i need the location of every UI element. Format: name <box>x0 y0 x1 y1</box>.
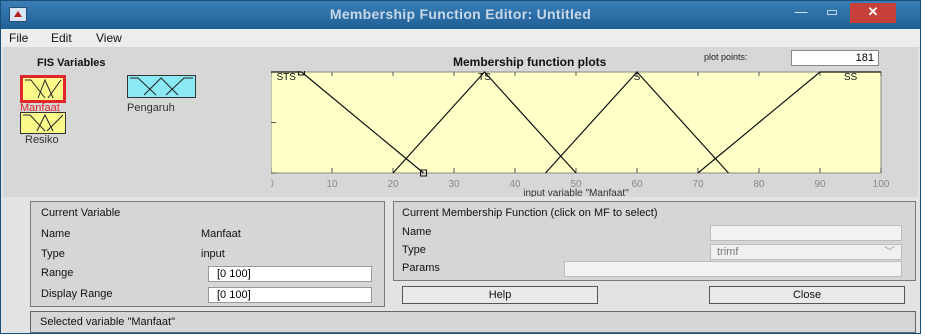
x-tick-label: 90 <box>814 179 826 190</box>
x-tick-label: 60 <box>631 179 643 190</box>
x-tick-label: 100 <box>873 179 890 190</box>
mf-label-s: S <box>634 72 641 83</box>
help-button[interactable]: Help <box>402 286 598 304</box>
x-axis-label: input variable "Manfaat" <box>523 188 629 197</box>
mf-params-label: Params <box>402 262 440 274</box>
cv-range-input[interactable]: [0 100] <box>208 266 372 282</box>
mf-label-sts: STS <box>277 72 297 83</box>
cv-range-label: Range <box>41 267 74 279</box>
menu-edit[interactable]: Edit <box>51 31 72 45</box>
x-tick-label: 30 <box>448 179 460 190</box>
mf-name-label: Name <box>402 226 432 238</box>
membership-function-plot[interactable]: 00.510102030405060708090100STSTSSSSinput… <box>271 71 911 197</box>
fis-variable-pengaruh-box[interactable] <box>127 75 196 98</box>
maximize-button[interactable]: ▭ <box>819 3 845 23</box>
fis-variables-label: FIS Variables <box>37 57 106 69</box>
current-variable-panel: Current Variable Name Manfaat Type input… <box>30 201 385 307</box>
cv-display-range-input[interactable]: [0 100] <box>208 287 372 303</box>
cv-type-value: input <box>201 248 225 260</box>
cv-type-label: Type <box>41 248 65 260</box>
current-mf-panel: Current Membership Function (click on MF… <box>393 201 916 281</box>
cv-name-value: Manfaat <box>201 228 241 240</box>
menu-file[interactable]: File <box>9 31 28 45</box>
chevron-down-icon: ﹀ <box>884 246 895 258</box>
close-button[interactable]: Close <box>709 286 905 304</box>
x-tick-label: 10 <box>326 179 338 190</box>
window-title: Membership Function Editor: Untitled <box>329 6 592 22</box>
mf-label-ss: SS <box>844 72 858 83</box>
mf-editor-window: Membership Function Editor: Untitled — ▭… <box>0 0 921 334</box>
fis-variable-manfaat-box[interactable] <box>20 75 66 103</box>
cv-display-range-label: Display Range <box>41 288 113 300</box>
current-variable-title: Current Variable <box>41 207 121 219</box>
mf-params-input[interactable] <box>564 261 902 277</box>
x-tick-label: 0 <box>271 179 274 190</box>
minimize-button[interactable]: — <box>788 3 814 23</box>
current-mf-title: Current Membership Function (click on MF… <box>402 207 658 219</box>
close-window-button[interactable]: ✕ <box>850 3 896 23</box>
status-bar: Selected variable "Manfaat" <box>30 311 916 333</box>
mf-type-value: trimf <box>717 246 739 258</box>
button-row: Help Close <box>393 284 916 308</box>
menu-bar: File Edit View <box>1 29 920 47</box>
plot-points-label: plot points: <box>704 52 748 62</box>
mf-type-label: Type <box>402 244 426 256</box>
fis-variable-resiko-box[interactable] <box>20 112 66 134</box>
x-tick-label: 20 <box>387 179 399 190</box>
title-bar[interactable]: Membership Function Editor: Untitled — ▭… <box>1 1 920 29</box>
mf-name-input[interactable] <box>710 225 902 241</box>
mf-type-select[interactable]: trimf ﹀ <box>710 244 902 260</box>
x-tick-label: 70 <box>692 179 704 190</box>
x-tick-label: 80 <box>753 179 765 190</box>
plot-title: Membership function plots <box>453 55 607 69</box>
cv-name-label: Name <box>41 228 71 240</box>
fis-variable-resiko-label[interactable]: Resiko <box>25 134 59 146</box>
x-tick-label: 40 <box>509 179 521 190</box>
menu-view[interactable]: View <box>96 31 122 45</box>
mf-label-ts: TS <box>478 72 491 83</box>
fis-variable-pengaruh-label[interactable]: Pengaruh <box>127 102 175 114</box>
plot-points-input[interactable]: 181 <box>791 50 879 66</box>
